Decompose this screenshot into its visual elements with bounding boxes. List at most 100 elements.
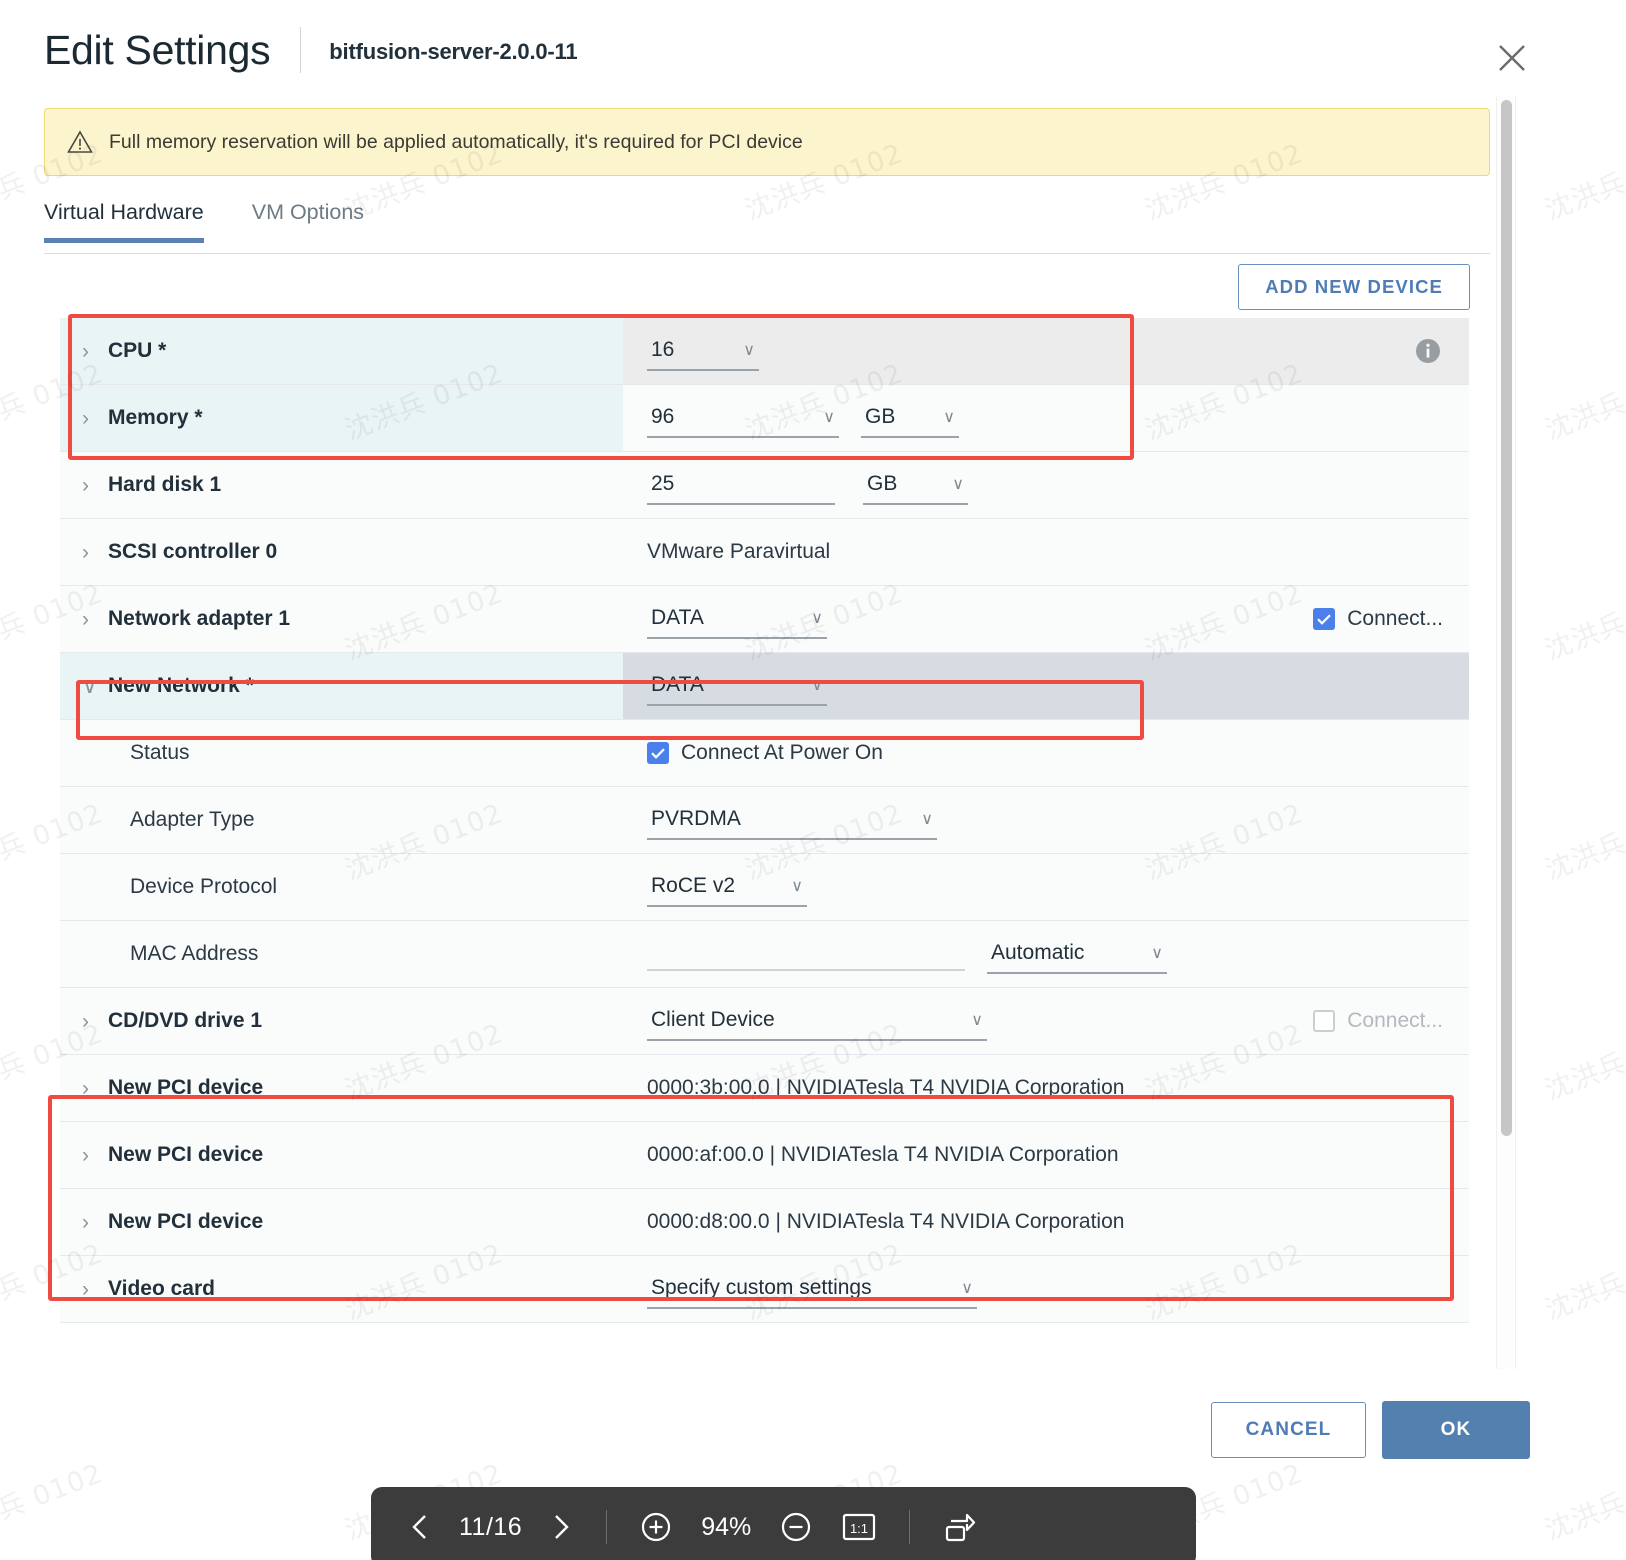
rotate-button[interactable] bbox=[936, 1510, 982, 1544]
zoom-in-button[interactable] bbox=[633, 1510, 679, 1544]
device-protocol-value-cell: RoCE v2 ∨ bbox=[623, 854, 1469, 920]
connect-at-power-on-checkbox[interactable] bbox=[647, 742, 669, 764]
expand-caret-icon[interactable]: › bbox=[82, 1145, 108, 1166]
hard-disk-unit-select[interactable]: GB ∨ bbox=[863, 470, 968, 505]
chevron-down-icon: ∨ bbox=[943, 408, 955, 426]
table-row-adapter-type: Adapter Type PVRDMA ∨ bbox=[60, 787, 1469, 854]
expand-caret-icon[interactable]: › bbox=[82, 341, 108, 362]
cpu-label-cell: › CPU * bbox=[60, 318, 623, 384]
pci-2-value-cell: 0000:af:00.0 | NVIDIATesla T4 NVIDIA Cor… bbox=[623, 1122, 1469, 1188]
table-row-scsi-controller-0[interactable]: › SCSI controller 0 VMware Paravirtual bbox=[60, 519, 1469, 586]
row-label: New PCI device bbox=[108, 1143, 264, 1166]
check-icon bbox=[651, 747, 665, 759]
video-card-label-cell: › Video card bbox=[60, 1256, 623, 1322]
actual-size-button[interactable]: 1:1 bbox=[835, 1512, 883, 1542]
mac-address-label-cell: MAC Address bbox=[60, 921, 623, 987]
network-adapter-connect-checkbox[interactable] bbox=[1313, 608, 1336, 630]
device-protocol-value: RoCE v2 bbox=[651, 873, 736, 897]
add-new-device-button[interactable]: ADD NEW DEVICE bbox=[1238, 264, 1470, 310]
table-row-network-adapter-1[interactable]: › Network adapter 1 DATA ∨ Connect... bbox=[60, 586, 1469, 653]
table-row-new-pci-device-2[interactable]: › New PCI device 0000:af:00.0 | NVIDIATe… bbox=[60, 1122, 1469, 1189]
zoom-out-button[interactable] bbox=[773, 1510, 819, 1544]
next-page-button[interactable] bbox=[542, 1512, 580, 1542]
network-adapter-connect-label: Connect... bbox=[1347, 607, 1443, 630]
status-label-cell: Status bbox=[60, 720, 623, 786]
mac-address-value-cell: Automatic ∨ bbox=[623, 921, 1469, 987]
chevron-down-icon: ∨ bbox=[921, 810, 933, 828]
row-label: Adapter Type bbox=[130, 808, 255, 831]
network-adapter-portgroup-select[interactable]: DATA ∨ bbox=[647, 604, 827, 639]
memory-size-input[interactable]: 96 ∨ bbox=[647, 403, 839, 438]
info-icon[interactable] bbox=[1413, 336, 1443, 366]
pci-3-value-cell: 0000:d8:00.0 | NVIDIATesla T4 NVIDIA Cor… bbox=[623, 1189, 1469, 1255]
table-row-cpu[interactable]: › CPU * 16 ∨ bbox=[60, 318, 1469, 385]
cd-dvd-source-select[interactable]: Client Device ∨ bbox=[647, 1006, 987, 1041]
hard-disk-value-cell: 25 GB ∨ bbox=[623, 452, 1469, 518]
cpu-count-value: 16 bbox=[651, 337, 675, 361]
mac-address-input[interactable] bbox=[647, 941, 965, 971]
row-label: CPU * bbox=[108, 339, 167, 362]
row-label: Memory * bbox=[108, 406, 203, 429]
tab-virtual-hardware[interactable]: Virtual Hardware bbox=[44, 196, 218, 243]
adapter-type-label-cell: Adapter Type bbox=[60, 787, 623, 853]
warning-triangle-icon bbox=[67, 130, 93, 153]
memory-unit-select[interactable]: GB ∨ bbox=[861, 403, 959, 438]
previous-page-button[interactable] bbox=[401, 1512, 439, 1542]
chevron-down-icon: ∨ bbox=[811, 609, 823, 627]
expand-caret-icon[interactable]: › bbox=[82, 1011, 108, 1032]
expand-caret-icon[interactable]: › bbox=[82, 475, 108, 496]
new-network-label-cell: ∨ New Network * bbox=[60, 653, 623, 719]
video-card-value-cell: Specify custom settings ∨ bbox=[623, 1256, 1469, 1322]
new-network-portgroup-value: DATA bbox=[651, 672, 704, 696]
network-adapter-portgroup-value: DATA bbox=[651, 605, 704, 629]
expand-caret-icon[interactable]: › bbox=[82, 542, 108, 563]
cd-dvd-source-value: Client Device bbox=[651, 1007, 775, 1031]
expand-caret-icon[interactable]: › bbox=[82, 1212, 108, 1233]
collapse-caret-icon[interactable]: ∨ bbox=[82, 676, 108, 697]
cpu-right-area bbox=[1413, 336, 1469, 366]
adapter-type-select[interactable]: PVRDMA ∨ bbox=[647, 805, 937, 840]
chevron-down-icon: ∨ bbox=[952, 475, 964, 493]
expand-caret-icon[interactable]: › bbox=[82, 1078, 108, 1099]
zoom-in-icon bbox=[642, 1512, 671, 1542]
device-protocol-select[interactable]: RoCE v2 ∨ bbox=[647, 872, 807, 907]
ok-button[interactable]: OK bbox=[1382, 1401, 1530, 1459]
new-network-portgroup-select[interactable]: DATA ∨ bbox=[647, 671, 827, 706]
title-divider bbox=[300, 27, 302, 73]
hard-disk-size-input[interactable]: 25 bbox=[647, 470, 835, 505]
zoom-level-indicator: 94% bbox=[701, 1512, 752, 1541]
row-label: Device Protocol bbox=[130, 875, 278, 898]
tab-vm-options[interactable]: VM Options bbox=[252, 196, 378, 241]
video-card-settings-select[interactable]: Specify custom settings ∨ bbox=[647, 1274, 977, 1309]
table-row-hard-disk-1[interactable]: › Hard disk 1 25 GB ∨ bbox=[60, 452, 1469, 519]
chevron-down-icon: ∨ bbox=[823, 408, 835, 426]
chevron-down-icon: ∨ bbox=[961, 1279, 973, 1297]
page-title: Edit Settings bbox=[44, 26, 271, 73]
watermark-text: 沈洪兵 0102 bbox=[1541, 578, 1626, 667]
vertical-scrollbar-thumb[interactable] bbox=[1501, 100, 1512, 1136]
toolbar-divider bbox=[909, 1510, 911, 1544]
table-row-cd-dvd-drive-1[interactable]: › CD/DVD drive 1 Client Device ∨ Connect… bbox=[60, 988, 1469, 1055]
table-row-video-card[interactable]: › Video card Specify custom settings ∨ bbox=[60, 1256, 1469, 1323]
table-row-new-network[interactable]: ∨ New Network * DATA ∨ bbox=[60, 653, 1469, 720]
row-label: Hard disk 1 bbox=[108, 473, 222, 496]
new-network-value-cell: DATA ∨ bbox=[623, 653, 1469, 719]
table-row-memory[interactable]: › Memory * 96 ∨ GB ∨ bbox=[60, 385, 1469, 452]
mac-address-mode-select[interactable]: Automatic ∨ bbox=[987, 939, 1167, 974]
viewer-toolbar: 11/16 94% 1:1 bbox=[371, 1487, 1196, 1560]
hard-disk-size-value: 25 bbox=[651, 471, 675, 495]
cancel-button[interactable]: CANCEL bbox=[1211, 1402, 1366, 1458]
table-row-new-pci-device-1[interactable]: › New PCI device 0000:3b:00.0 | NVIDIATe… bbox=[60, 1055, 1469, 1122]
watermark-text: 沈洪兵 0102 bbox=[1541, 358, 1626, 447]
expand-caret-icon[interactable]: › bbox=[82, 609, 108, 630]
expand-caret-icon[interactable]: › bbox=[82, 408, 108, 429]
cd-dvd-connect-area: Connect... bbox=[1313, 1009, 1469, 1033]
expand-caret-icon[interactable]: › bbox=[82, 1279, 108, 1300]
chevron-down-icon: ∨ bbox=[791, 877, 803, 895]
table-row-device-protocol: Device Protocol RoCE v2 ∨ bbox=[60, 854, 1469, 921]
table-row-new-pci-device-3[interactable]: › New PCI device 0000:d8:00.0 | NVIDIATe… bbox=[60, 1189, 1469, 1256]
cpu-count-select[interactable]: 16 ∨ bbox=[647, 336, 759, 371]
pci-2-label-cell: › New PCI device bbox=[60, 1122, 623, 1188]
mac-address-mode-value: Automatic bbox=[991, 940, 1085, 964]
cd-dvd-connect-checkbox[interactable] bbox=[1313, 1010, 1336, 1032]
